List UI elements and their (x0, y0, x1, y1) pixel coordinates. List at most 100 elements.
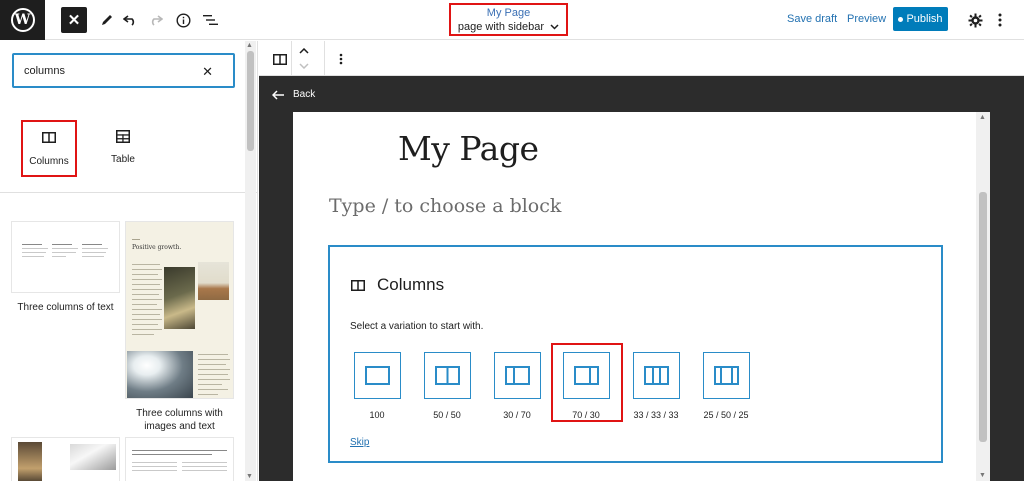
pattern-three-columns-images-preview[interactable]: Positive growth. (125, 221, 234, 399)
variation-instructions: Select a variation to start with. (350, 321, 484, 332)
block-toolbar (259, 41, 1024, 76)
variation-label: 50 / 50 (433, 410, 461, 420)
close-icon: ✕ (67, 12, 81, 29)
columns-30-70-icon (505, 366, 530, 385)
scroll-down-arrow-icon[interactable]: ▼ (246, 473, 253, 480)
template-selector[interactable]: page with sidebar (451, 20, 566, 34)
toolbar-divider (324, 41, 325, 76)
redo-icon (151, 15, 163, 26)
scrollbar-thumb[interactable] (247, 51, 254, 151)
variation-100-button[interactable] (354, 352, 401, 399)
variation-label: 25 / 50 / 25 (703, 410, 749, 420)
pattern-image (18, 442, 42, 481)
columns-block-label: Columns (29, 156, 69, 167)
skip-link[interactable]: Skip (350, 437, 369, 448)
table-block-label: Table (111, 154, 135, 165)
pattern-heading: Positive growth. (132, 244, 182, 251)
columns-block-title: Columns (377, 275, 445, 294)
list-view-icon (202, 15, 218, 25)
details-button[interactable] (170, 7, 196, 33)
document-title-bar[interactable]: My Page page with sidebar (449, 3, 568, 36)
columns-block-item[interactable]: Columns (21, 120, 77, 177)
block-inserter-panel: ✕ Columns Table Three columns of text Po… (0, 41, 258, 481)
scroll-up-arrow-icon[interactable]: ▲ (979, 114, 986, 121)
variation-label: 100 (369, 410, 385, 420)
block-options-button[interactable] (328, 46, 354, 72)
move-down-button[interactable] (291, 58, 317, 74)
block-placeholder[interactable]: Type / to choose a block (329, 195, 561, 217)
columns-icon (42, 132, 56, 143)
columns-25-50-25-icon (714, 366, 739, 385)
document-title: My Page (486, 7, 531, 19)
sky-photo-image (127, 351, 193, 398)
chevron-up-icon (299, 48, 309, 54)
undo-icon (123, 15, 135, 26)
back-label: Back (293, 89, 316, 100)
back-button[interactable]: Back (272, 89, 315, 100)
columns-icon (273, 53, 287, 65)
pattern-preview[interactable] (11, 437, 120, 481)
pattern-label: Three columns with images and text (136, 408, 223, 432)
variation-label: 30 / 70 (503, 410, 531, 420)
options-menu-button[interactable] (987, 7, 1013, 33)
forest-photo-image (164, 267, 195, 329)
scrollbar-thumb[interactable] (979, 192, 987, 442)
scroll-up-arrow-icon[interactable]: ▲ (246, 42, 253, 49)
inserter-scrollbar[interactable]: ▲ ▼ (245, 41, 256, 481)
save-draft-button[interactable]: Save draft (787, 13, 837, 25)
move-up-button[interactable] (291, 43, 317, 59)
columns-block-placeholder[interactable]: Columns Select a variation to start with… (328, 245, 943, 463)
columns-70-30-icon (574, 366, 599, 385)
editor-canvas: Back My Page Type / to choose a block Co… (259, 76, 1024, 481)
block-search-input[interactable] (24, 65, 194, 77)
variation-30-70-button[interactable] (494, 352, 541, 399)
clear-search-icon[interactable]: ✕ (202, 64, 213, 80)
info-icon (175, 12, 191, 28)
variation-label: 70 / 30 (572, 410, 600, 420)
arrow-left-icon (272, 89, 284, 100)
variation-70-30-button[interactable] (563, 352, 610, 399)
wordpress-icon: W (10, 8, 35, 32)
undo-button[interactable] (117, 7, 143, 33)
vertical-ellipsis-icon (339, 53, 343, 65)
block-type-button[interactable] (267, 46, 293, 72)
variation-25-50-25-button[interactable] (703, 352, 750, 399)
publish-label: Publish (906, 13, 943, 25)
pattern-three-columns-text-preview[interactable] (11, 221, 120, 293)
preview-button[interactable]: Preview (847, 13, 886, 25)
columns-100-icon (365, 366, 390, 385)
variation-50-50-button[interactable] (424, 352, 471, 399)
variation-label: 33 / 33 / 33 (633, 410, 679, 420)
settings-button[interactable] (962, 7, 988, 33)
redo-button[interactable] (143, 7, 169, 33)
wordpress-logo-button[interactable]: W (0, 0, 45, 40)
list-view-button[interactable] (197, 7, 223, 33)
page-title[interactable]: My Page (398, 129, 539, 168)
pencil-icon (102, 15, 112, 25)
columns-icon (351, 279, 365, 291)
chevron-down-icon (299, 63, 309, 69)
editor-top-bar: W ✕ My Page page with sidebar Save draft… (0, 0, 1024, 40)
publish-button[interactable]: Publish (893, 7, 948, 31)
columns-50-50-icon (435, 366, 460, 385)
columns-33-33-33-icon (644, 366, 669, 385)
sidebar-divider (0, 192, 257, 193)
canvas-scrollbar[interactable]: ▲ ▼ (976, 112, 990, 481)
status-dot-icon (898, 16, 904, 22)
pattern-image (70, 444, 116, 470)
vertical-ellipsis-icon (998, 13, 1002, 27)
close-inserter-button[interactable]: ✕ (61, 7, 87, 33)
block-search-box[interactable]: ✕ (12, 53, 235, 88)
columns-block-heading: Columns (351, 275, 444, 295)
pattern-preview[interactable] (125, 437, 234, 481)
scroll-down-arrow-icon[interactable]: ▼ (979, 472, 986, 479)
wind-turbine-photo-image (198, 262, 229, 300)
chevron-down-icon (550, 24, 559, 30)
variation-33-33-33-button[interactable] (633, 352, 680, 399)
page-frame: My Page Type / to choose a block Columns… (293, 112, 990, 481)
table-icon (116, 130, 130, 143)
template-name: page with sidebar (457, 21, 545, 33)
gear-icon (968, 13, 982, 27)
pattern-label: Three columns of text (17, 302, 114, 313)
table-block-item[interactable]: Table (95, 120, 151, 177)
